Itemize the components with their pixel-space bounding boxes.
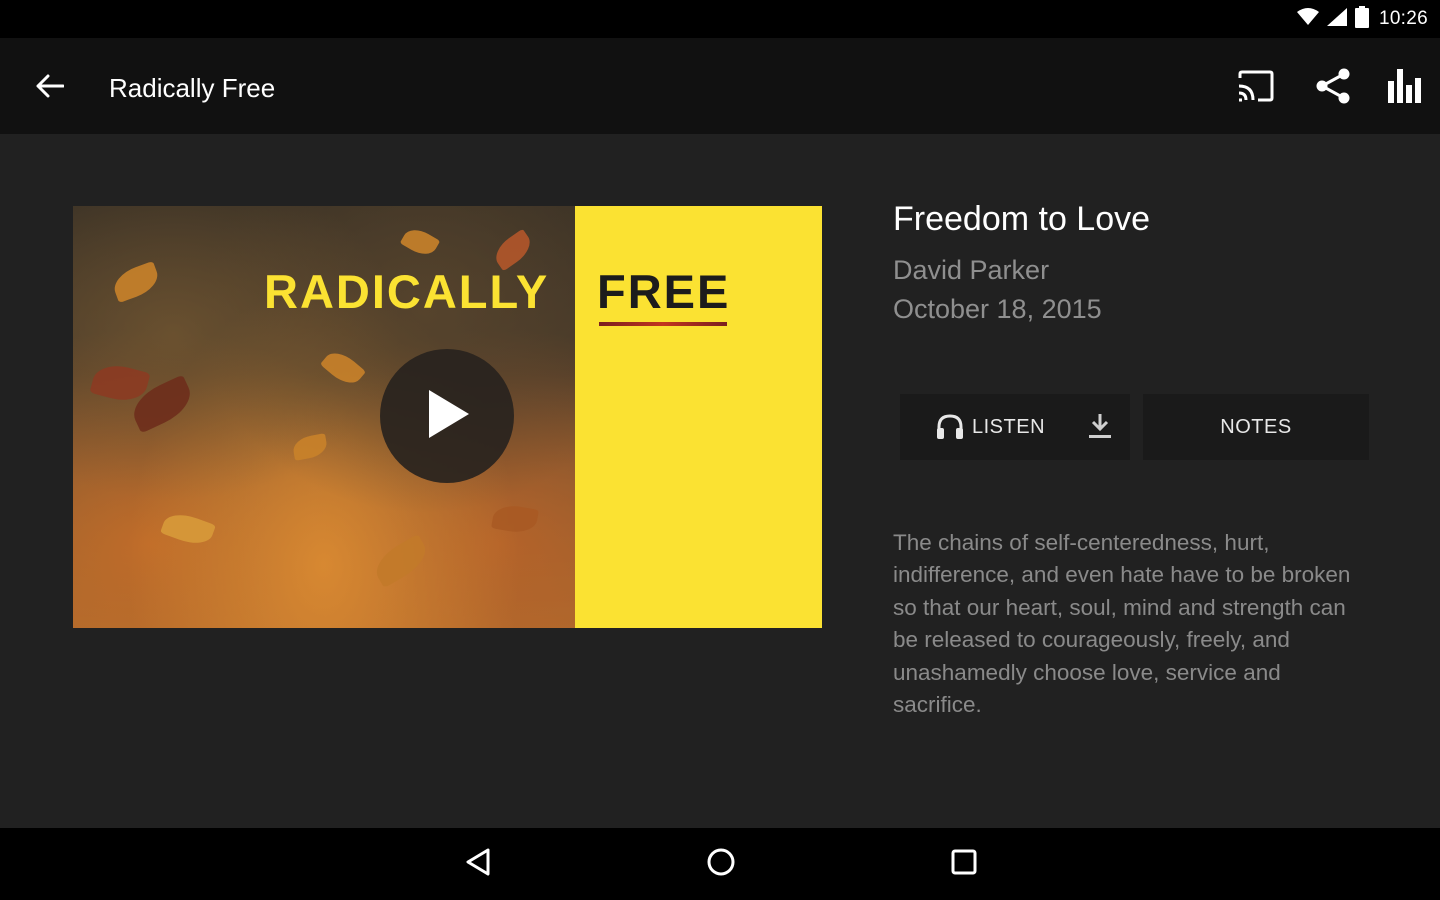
share-icon [1314, 67, 1352, 110]
battery-icon [1354, 5, 1369, 33]
headphones-icon [936, 414, 964, 440]
cast-icon [1236, 70, 1274, 107]
sermon-artwork: RADICALLY FREE [73, 206, 822, 628]
sermon-detail: RADICALLY FREE Freedom to Love David Par… [0, 134, 1440, 828]
back-arrow-icon [36, 74, 65, 103]
nav-home-button[interactable] [699, 842, 743, 886]
sermon-description: The chains of self-centeredness, hurt, i… [893, 530, 1351, 718]
artwork-underline [599, 322, 727, 326]
cast-button[interactable] [1233, 66, 1277, 110]
artwork-title-word2: FREE [597, 265, 731, 318]
artwork-title-word1: RADICALLY [264, 265, 550, 318]
toolbar-title: Radically Free [109, 73, 276, 103]
share-button[interactable] [1311, 66, 1355, 110]
back-button[interactable] [30, 68, 70, 108]
nav-back-button[interactable] [456, 842, 500, 886]
stats-button[interactable] [1383, 66, 1427, 110]
home-circle-icon [706, 847, 736, 882]
listen-button[interactable]: LISTEN [900, 394, 1130, 460]
sermon-title: Freedom to Love [893, 200, 1151, 238]
wifi-icon [1296, 7, 1319, 31]
play-video-button[interactable] [380, 349, 514, 483]
bar-chart-icon [1386, 68, 1424, 108]
speaker-name: David Parker [893, 255, 1050, 285]
download-button[interactable] [1084, 410, 1116, 442]
nav-recents-button[interactable] [942, 842, 986, 886]
play-icon [423, 388, 471, 445]
app-toolbar: Radically Free [0, 38, 1440, 134]
listen-label: LISTEN [972, 415, 1046, 438]
sermon-date: October 18, 2015 [893, 294, 1102, 324]
status-bar: 10:26 [0, 0, 1440, 38]
system-nav-bar [0, 828, 1440, 900]
cell-signal-icon [1326, 7, 1347, 31]
clock: 10:26 [1378, 8, 1428, 29]
back-triangle-icon [464, 847, 492, 882]
download-icon [1089, 414, 1111, 438]
notes-label: NOTES [1220, 415, 1292, 438]
recents-square-icon [950, 848, 978, 881]
status-icons [1296, 5, 1369, 33]
notes-button[interactable]: NOTES [1143, 394, 1369, 460]
